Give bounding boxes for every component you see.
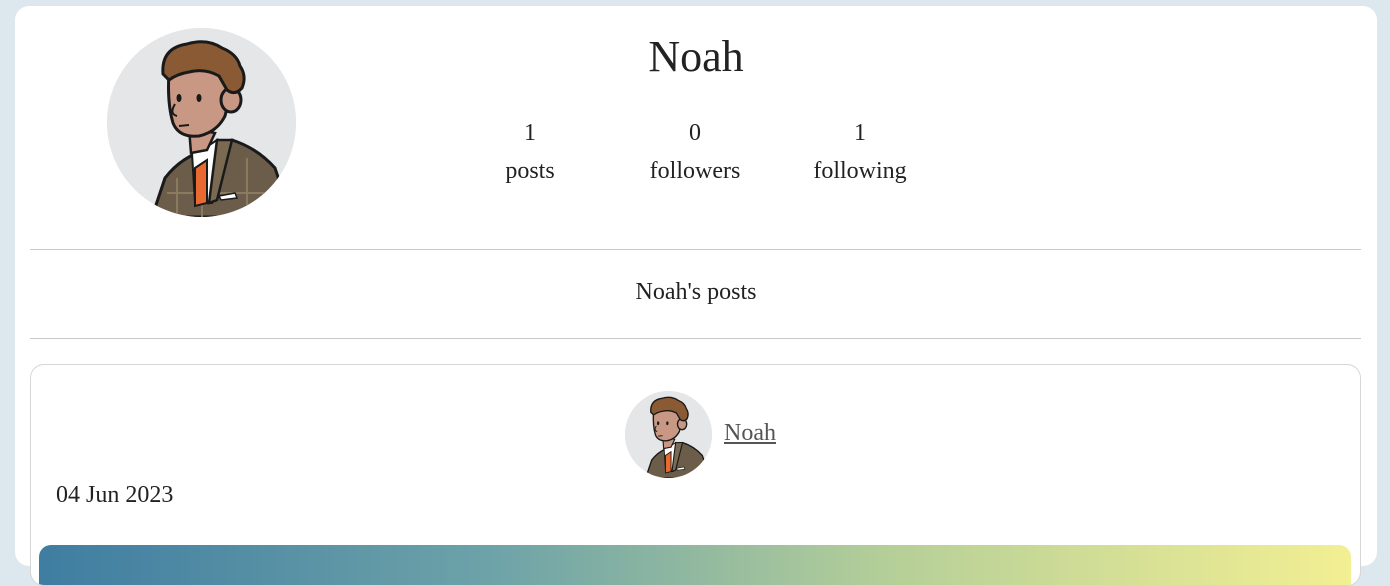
stat-posts-count: 1 (524, 120, 536, 146)
post-date: 04 Jun 2023 (56, 482, 174, 508)
stat-following-count: 1 (854, 120, 866, 146)
divider-top (30, 249, 1361, 250)
post-author-link[interactable]: Noah (724, 415, 776, 451)
post-author-avatar[interactable] (625, 391, 712, 478)
stat-posts: 1 posts (460, 114, 600, 190)
stat-followers[interactable]: 0 followers (625, 114, 765, 190)
man-in-suit-illustration (625, 391, 712, 478)
posts-section-title: Noah's posts (635, 279, 757, 305)
stat-following[interactable]: 1 following (790, 114, 930, 190)
post-card: Noah 04 Jun 2023 (30, 364, 1361, 586)
profile-username: Noah (648, 32, 744, 81)
stat-following-label: following (813, 158, 907, 184)
stat-posts-label: posts (505, 158, 555, 184)
profile-card: Noah 1 posts 0 followers 1 following Noa… (15, 6, 1377, 586)
post-image[interactable] (39, 545, 1351, 585)
divider-bottom (30, 338, 1361, 339)
stat-followers-count: 0 (689, 120, 701, 146)
stat-followers-label: followers (649, 158, 741, 184)
